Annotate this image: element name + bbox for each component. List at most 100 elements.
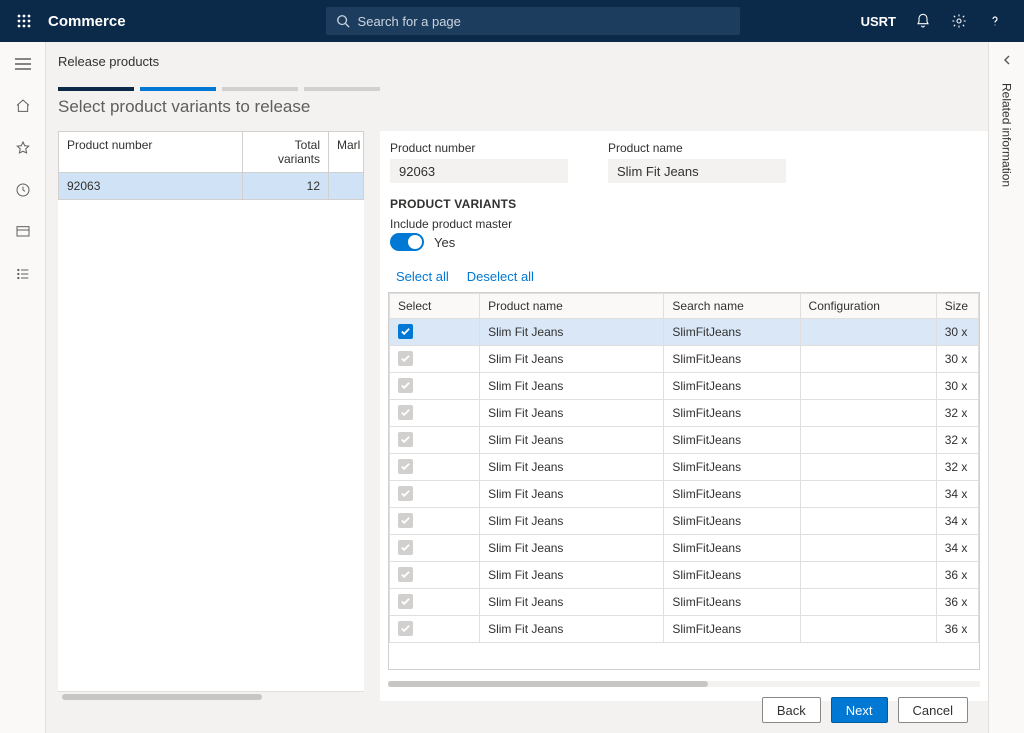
row-checkbox[interactable] xyxy=(398,459,413,474)
cell-search-name: SlimFitJeans xyxy=(664,616,800,643)
cell-size: 32 x xyxy=(936,400,978,427)
cell-search-name: SlimFitJeans xyxy=(664,427,800,454)
cell-product-name: Slim Fit Jeans xyxy=(480,454,664,481)
company-indicator[interactable]: USRT xyxy=(861,14,896,29)
cell-product-name: Slim Fit Jeans xyxy=(480,562,664,589)
clock-icon xyxy=(15,182,31,198)
include-master-toggle[interactable] xyxy=(390,233,424,251)
row-checkbox[interactable] xyxy=(398,405,413,420)
col-header-configuration[interactable]: Configuration xyxy=(800,294,936,319)
step-3[interactable] xyxy=(222,87,298,91)
cell-search-name: SlimFitJeans xyxy=(664,373,800,400)
products-summary-card: Product number Total variants Marl 92063… xyxy=(58,131,364,701)
search-input[interactable] xyxy=(358,14,730,29)
variant-row[interactable]: Slim Fit JeansSlimFitJeans30 x xyxy=(390,346,979,373)
step-1[interactable] xyxy=(58,87,134,91)
summary-row[interactable]: 92063 12 xyxy=(59,173,363,199)
next-button[interactable]: Next xyxy=(831,697,888,723)
variant-row[interactable]: Slim Fit JeansSlimFitJeans34 x xyxy=(390,508,979,535)
cell-search-name: SlimFitJeans xyxy=(664,562,800,589)
cell-size: 34 x xyxy=(936,508,978,535)
collapse-related-button[interactable] xyxy=(1001,54,1013,69)
cell-size: 36 x xyxy=(936,589,978,616)
list-icon xyxy=(15,266,31,282)
label-product-number: Product number xyxy=(390,141,568,155)
variants-grid: Select Product name Search name Configur… xyxy=(388,292,980,670)
nav-workspaces[interactable] xyxy=(11,220,35,244)
col-header-size[interactable]: Size xyxy=(936,294,978,319)
variant-row[interactable]: Slim Fit JeansSlimFitJeans32 x xyxy=(390,454,979,481)
col-header-total-variants[interactable]: Total variants xyxy=(243,132,329,172)
variant-row[interactable]: Slim Fit JeansSlimFitJeans36 x xyxy=(390,616,979,643)
variants-detail-card: Product number 92063 Product name Slim F… xyxy=(380,131,988,701)
col-header-product-name[interactable]: Product name xyxy=(480,294,664,319)
variant-row[interactable]: Slim Fit JeansSlimFitJeans32 x xyxy=(390,400,979,427)
related-info-panel[interactable]: Related information xyxy=(988,42,1024,733)
row-checkbox[interactable] xyxy=(398,432,413,447)
cell-total-variants: 12 xyxy=(243,173,329,199)
nav-expand-button[interactable] xyxy=(11,52,35,76)
help-button[interactable] xyxy=(986,12,1004,30)
cell-size: 30 x xyxy=(936,373,978,400)
row-checkbox[interactable] xyxy=(398,351,413,366)
col-header-search-name[interactable]: Search name xyxy=(664,294,800,319)
step-4[interactable] xyxy=(304,87,380,91)
variant-row[interactable]: Slim Fit JeansSlimFitJeans 36 x xyxy=(390,562,979,589)
variant-row[interactable]: Slim Fit JeansSlimFitJeans34 x xyxy=(390,481,979,508)
select-all-link[interactable]: Select all xyxy=(396,269,449,284)
waffle-icon xyxy=(17,14,31,28)
col-header-select[interactable]: Select xyxy=(390,294,480,319)
settings-button[interactable] xyxy=(950,12,968,30)
row-checkbox[interactable] xyxy=(398,486,413,501)
value-product-number: 92063 xyxy=(390,159,568,183)
row-checkbox[interactable] xyxy=(398,324,413,339)
cell-size: 36 x xyxy=(936,562,978,589)
notifications-button[interactable] xyxy=(914,12,932,30)
back-button[interactable]: Back xyxy=(762,697,821,723)
bell-icon xyxy=(915,13,931,29)
row-checkbox[interactable] xyxy=(398,594,413,609)
col-header-product-number[interactable]: Product number xyxy=(59,132,243,172)
include-master-label: Include product master xyxy=(390,217,988,231)
include-master-state: Yes xyxy=(434,235,455,250)
variant-row[interactable]: Slim Fit JeansSlimFitJeans30 x xyxy=(390,373,979,400)
value-product-name: Slim Fit Jeans xyxy=(608,159,786,183)
page-title: Release products xyxy=(58,54,988,69)
variant-row[interactable]: Slim Fit JeansSlimFitJeans34 x xyxy=(390,535,979,562)
cell-configuration xyxy=(800,535,936,562)
deselect-all-link[interactable]: Deselect all xyxy=(467,269,534,284)
app-launcher-button[interactable] xyxy=(8,14,40,28)
cell-marked xyxy=(329,173,363,199)
row-checkbox[interactable] xyxy=(398,567,413,582)
cancel-button[interactable]: Cancel xyxy=(898,697,968,723)
cell-product-name: Slim Fit Jeans xyxy=(480,427,664,454)
nav-home[interactable] xyxy=(11,94,35,118)
variant-row[interactable]: Slim Fit JeansSlimFitJeans 36 x xyxy=(390,589,979,616)
nav-modules[interactable] xyxy=(11,262,35,286)
cell-size: 30 x xyxy=(936,319,978,346)
cell-search-name: SlimFitJeans xyxy=(664,589,800,616)
row-checkbox[interactable] xyxy=(398,513,413,528)
cell-size: 32 x xyxy=(936,427,978,454)
cell-product-name: Slim Fit Jeans xyxy=(480,616,664,643)
row-checkbox[interactable] xyxy=(398,540,413,555)
step-subtitle: Select product variants to release xyxy=(58,97,988,117)
col-header-marked[interactable]: Marl xyxy=(329,132,363,172)
cell-product-number: 92063 xyxy=(59,173,243,199)
summary-grid: Product number Total variants Marl 92063… xyxy=(58,131,364,200)
cell-product-name: Slim Fit Jeans xyxy=(480,346,664,373)
summary-h-scroll[interactable] xyxy=(58,691,364,701)
step-2[interactable] xyxy=(140,87,216,91)
nav-recent[interactable] xyxy=(11,178,35,202)
row-checkbox[interactable] xyxy=(398,621,413,636)
global-search[interactable] xyxy=(326,7,740,35)
nav-favorites[interactable] xyxy=(11,136,35,160)
variant-row[interactable]: Slim Fit JeansSlimFitJeans30 x xyxy=(390,319,979,346)
cell-product-name: Slim Fit Jeans xyxy=(480,589,664,616)
cell-configuration xyxy=(800,346,936,373)
cell-size: 32 x xyxy=(936,454,978,481)
variants-h-scroll[interactable] xyxy=(388,678,980,690)
row-checkbox[interactable] xyxy=(398,378,413,393)
cell-size: 30 x xyxy=(936,346,978,373)
variant-row[interactable]: Slim Fit JeansSlimFitJeans 32 x xyxy=(390,427,979,454)
